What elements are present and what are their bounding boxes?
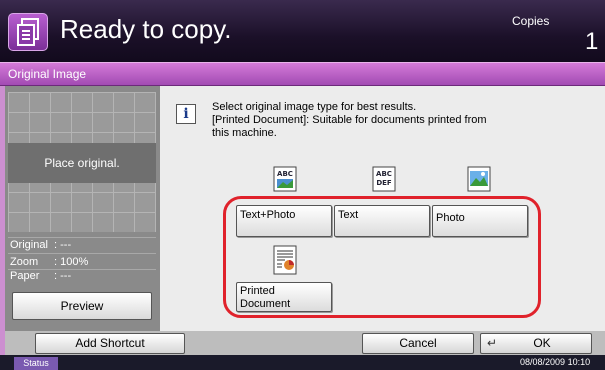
enter-icon: ↵ [487, 336, 498, 350]
original-info: Original : --- [10, 239, 71, 251]
zoom-label: Zoom [10, 256, 39, 268]
help-message: Select original image type for best resu… [212, 101, 532, 140]
divider [8, 253, 156, 254]
tab-bar [0, 62, 605, 86]
status-bar [0, 355, 605, 370]
zoom-value: : 100% [54, 256, 89, 268]
icon-def-text: DEF [376, 179, 392, 187]
zoom-info: Zoom : 100% [10, 256, 88, 268]
text-photo-icon: ABC [273, 166, 297, 192]
copies-label: Copies [512, 14, 550, 28]
ok-label: OK [533, 336, 551, 350]
cancel-button[interactable]: Cancel [362, 333, 474, 354]
preview-button[interactable]: Preview [12, 292, 152, 320]
info-icon: i [176, 104, 196, 124]
date: 08/08/2009 [520, 357, 566, 367]
selection-highlight [223, 196, 541, 318]
photo-icon [467, 166, 491, 192]
text-icon: ABC DEF [372, 166, 396, 192]
copies-count: 1 [585, 28, 599, 55]
add-shortcut-button[interactable]: Add Shortcut [35, 333, 185, 354]
place-original-message: Place original. [8, 143, 156, 183]
ok-button[interactable]: ↵ OK [480, 333, 592, 354]
paper-info: Paper : --- [10, 270, 71, 282]
help-message-line: Select original image type for best resu… [212, 101, 417, 113]
original-value: : --- [54, 239, 72, 251]
date-time: 08/08/2009 10:10 [520, 357, 590, 367]
original-label: Original [10, 239, 48, 251]
icon-abc-text: ABC [376, 170, 392, 178]
time: 10:10 [567, 357, 591, 367]
divider [8, 237, 156, 238]
tab-original-image: Original Image [8, 67, 87, 81]
copy-machine-icon [8, 13, 48, 51]
screen-title: Ready to copy. [60, 14, 232, 44]
paper-label: Paper [10, 270, 40, 282]
status-button[interactable]: Status [14, 357, 58, 370]
help-message-line: [Printed Document]: Suitable for documen… [212, 114, 487, 126]
help-message-line: this machine. [212, 127, 277, 139]
paper-value: : --- [54, 270, 72, 282]
icon-abc-text: ABC [277, 170, 293, 178]
